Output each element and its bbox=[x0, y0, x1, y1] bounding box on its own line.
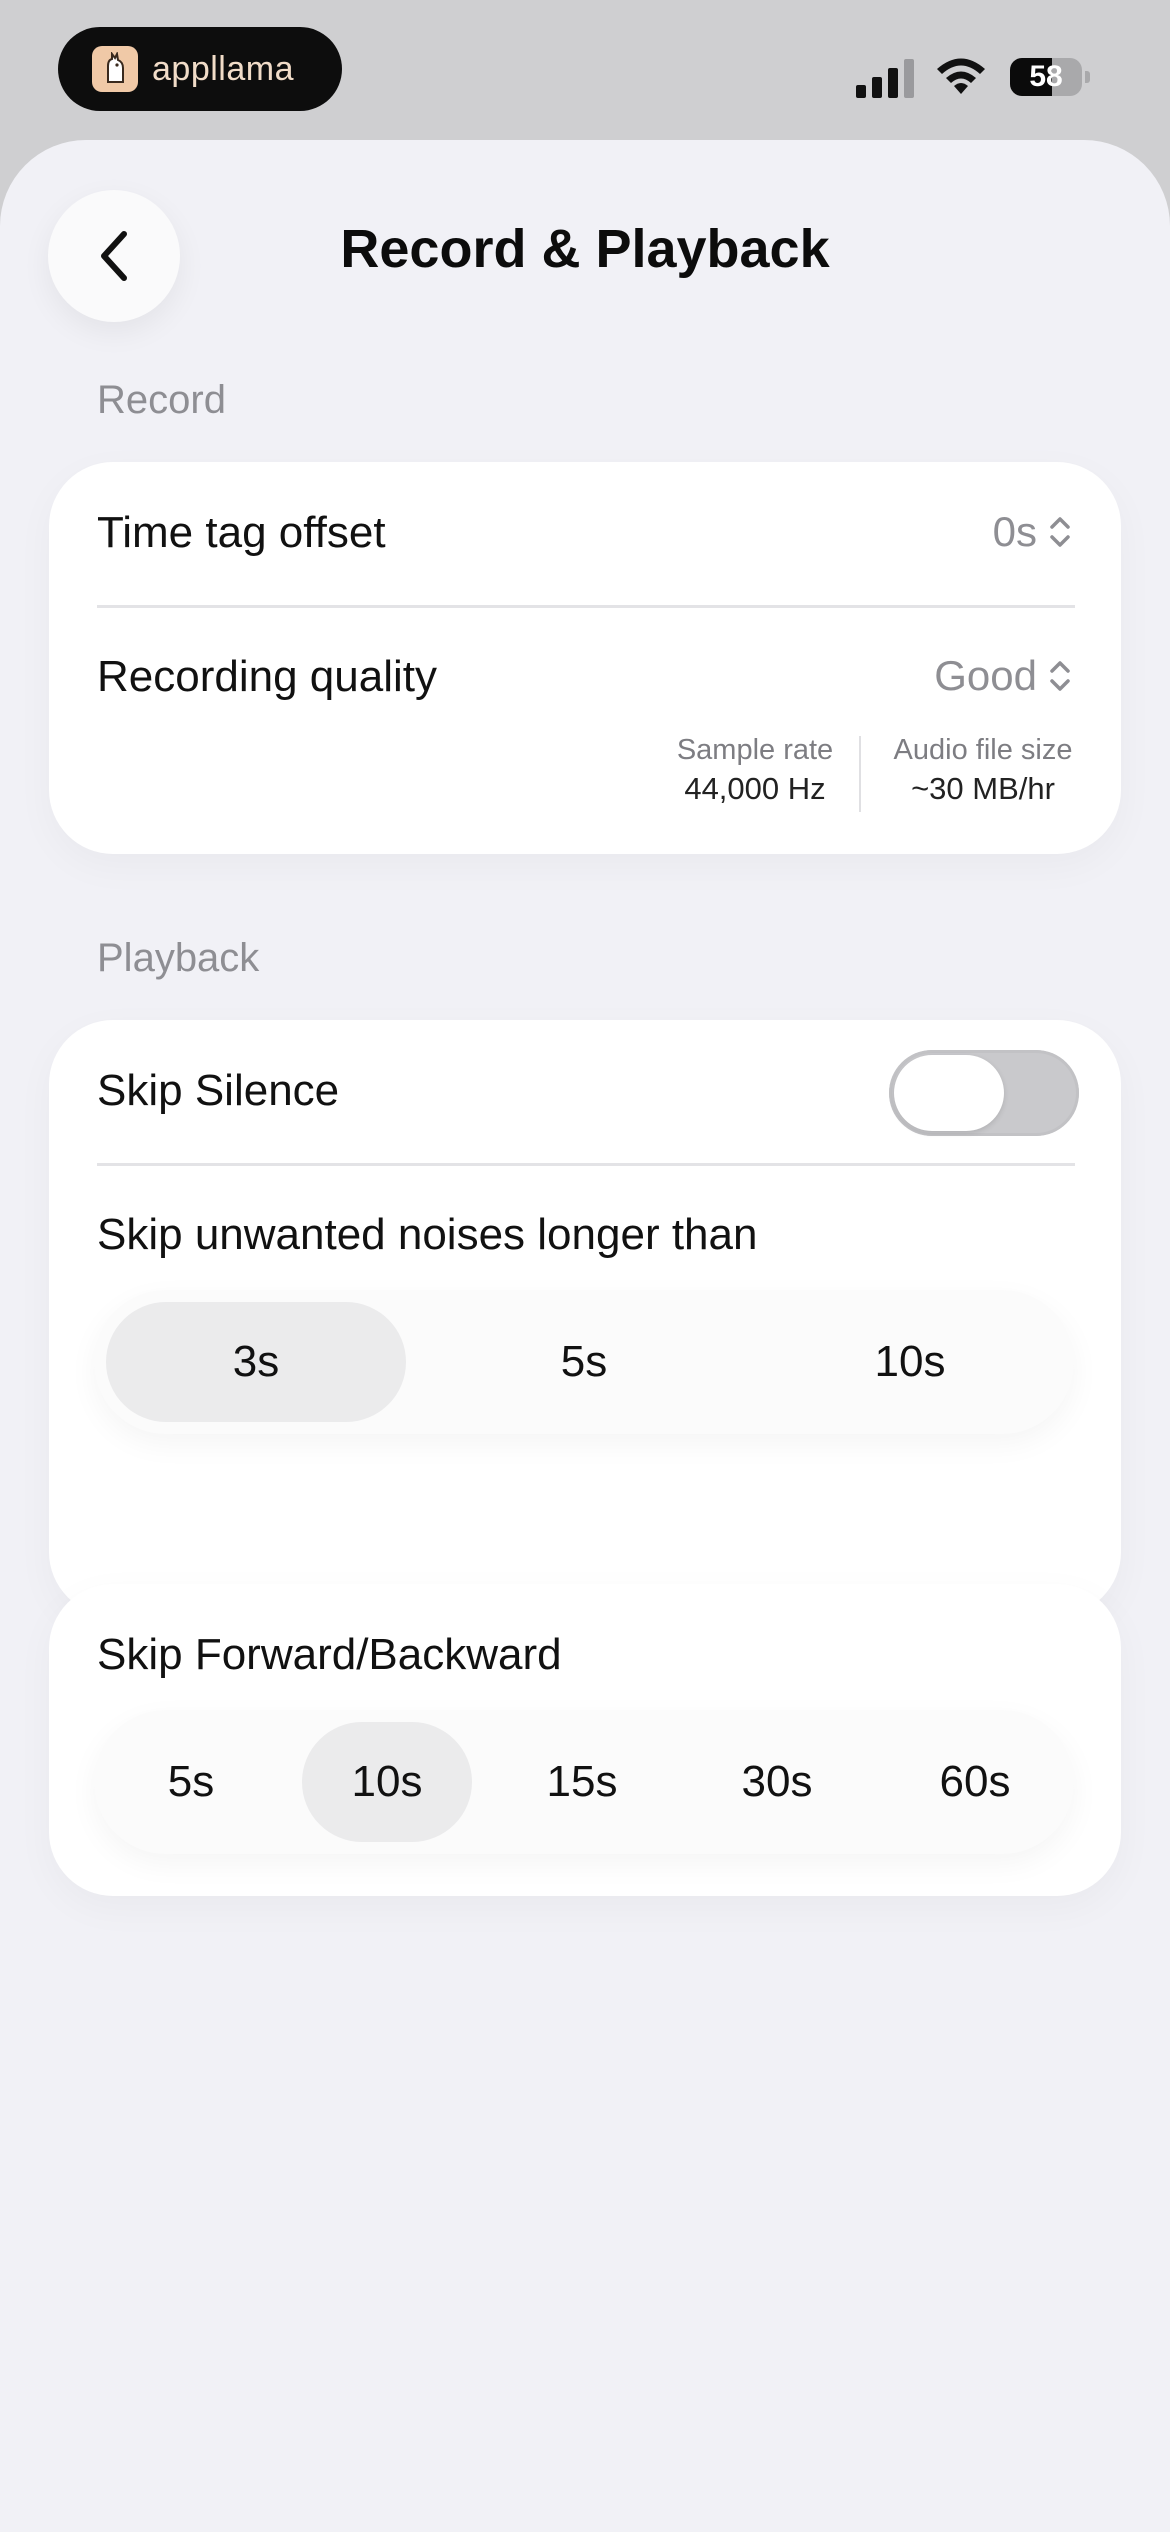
recording-quality-label: Recording quality bbox=[97, 652, 437, 701]
sample-rate-info: Sample rate 44,000 Hz bbox=[655, 734, 855, 807]
toggle-knob bbox=[894, 1055, 1004, 1131]
file-size-label: Audio file size bbox=[893, 734, 1073, 766]
battery-tip bbox=[1085, 71, 1090, 83]
status-bar: appllama 58 bbox=[0, 0, 1170, 140]
skip-interval-option-30s[interactable]: 30s bbox=[692, 1722, 862, 1842]
sample-rate-label: Sample rate bbox=[676, 734, 834, 766]
playback-card: Skip Silence Skip unwanted noises longer… bbox=[49, 1020, 1121, 1616]
skip-noises-segmented-control: 3s 5s 10s bbox=[94, 1290, 1074, 1434]
llama-icon bbox=[92, 46, 138, 92]
skip-noises-label: Skip unwanted noises longer than bbox=[97, 1210, 758, 1259]
skip-silence-toggle[interactable] bbox=[889, 1050, 1079, 1136]
skip-noises-option-5s[interactable]: 5s bbox=[434, 1302, 734, 1422]
time-tag-offset-label: Time tag offset bbox=[97, 508, 386, 557]
settings-sheet: Record & Playback Record Time tag offset… bbox=[0, 140, 1170, 2532]
skip-interval-segmented-control: 5s 10s 15s 30s 60s bbox=[94, 1710, 1074, 1854]
time-tag-offset-picker[interactable]: 0s bbox=[993, 508, 1073, 556]
cellular-signal-icon bbox=[856, 59, 914, 98]
sample-rate-value: 44,000 Hz bbox=[684, 771, 826, 806]
wifi-icon bbox=[937, 58, 985, 94]
spec-divider bbox=[859, 736, 861, 812]
skip-interval-card: Skip Forward/Backward 5s 10s 15s 30s 60s bbox=[49, 1584, 1121, 1896]
time-tag-offset-value: 0s bbox=[992, 508, 1037, 555]
skip-interval-option-60s[interactable]: 60s bbox=[890, 1722, 1060, 1842]
record-card: Time tag offset 0s Recording quality Goo… bbox=[49, 462, 1121, 854]
skip-forward-backward-label: Skip Forward/Backward bbox=[97, 1630, 562, 1679]
skip-noises-option-3s[interactable]: 3s bbox=[106, 1302, 406, 1422]
chevron-up-down-icon bbox=[1050, 517, 1070, 547]
battery-percent: 58 bbox=[1029, 60, 1063, 93]
battery-indicator: 58 bbox=[1010, 58, 1090, 96]
file-size-value: ~30 MB/hr bbox=[911, 771, 1055, 806]
section-label-record: Record bbox=[97, 378, 226, 422]
file-size-info: Audio file size ~30 MB/hr bbox=[871, 734, 1095, 807]
chevron-up-down-icon bbox=[1050, 661, 1070, 691]
skip-interval-option-5s[interactable]: 5s bbox=[106, 1722, 276, 1842]
skip-silence-label: Skip Silence bbox=[97, 1066, 340, 1115]
divider bbox=[97, 605, 1075, 608]
skip-interval-option-15s[interactable]: 15s bbox=[497, 1722, 667, 1842]
app-badge[interactable]: appllama bbox=[58, 27, 342, 111]
skip-interval-option-10s[interactable]: 10s bbox=[302, 1722, 472, 1842]
app-name: appllama bbox=[152, 49, 294, 88]
recording-quality-picker[interactable]: Good bbox=[934, 652, 1073, 700]
battery-icon: 58 bbox=[1010, 58, 1082, 96]
skip-noises-option-10s[interactable]: 10s bbox=[760, 1302, 1060, 1422]
section-label-playback: Playback bbox=[97, 936, 260, 980]
page-title: Record & Playback bbox=[340, 219, 830, 279]
recording-quality-value: Good bbox=[934, 652, 1037, 699]
divider bbox=[97, 1163, 1075, 1166]
